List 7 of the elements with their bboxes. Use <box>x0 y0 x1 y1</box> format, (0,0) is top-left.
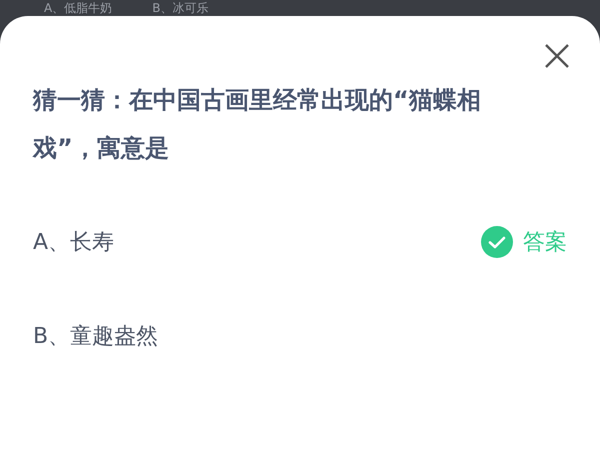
background-option-text: B、冰可乐 <box>152 1 208 15</box>
question-text: 猜一猜：在中国古画里经常出现的“猫蝶相戏”，寓意是 <box>33 85 482 164</box>
close-icon[interactable] <box>543 42 571 70</box>
option-text[interactable]: A、长寿 <box>33 227 114 257</box>
answer-label: 答案 <box>523 229 567 257</box>
background-option-text: A、低脂牛奶 <box>44 1 112 15</box>
option-text[interactable]: B、童趣盎然 <box>33 321 158 351</box>
